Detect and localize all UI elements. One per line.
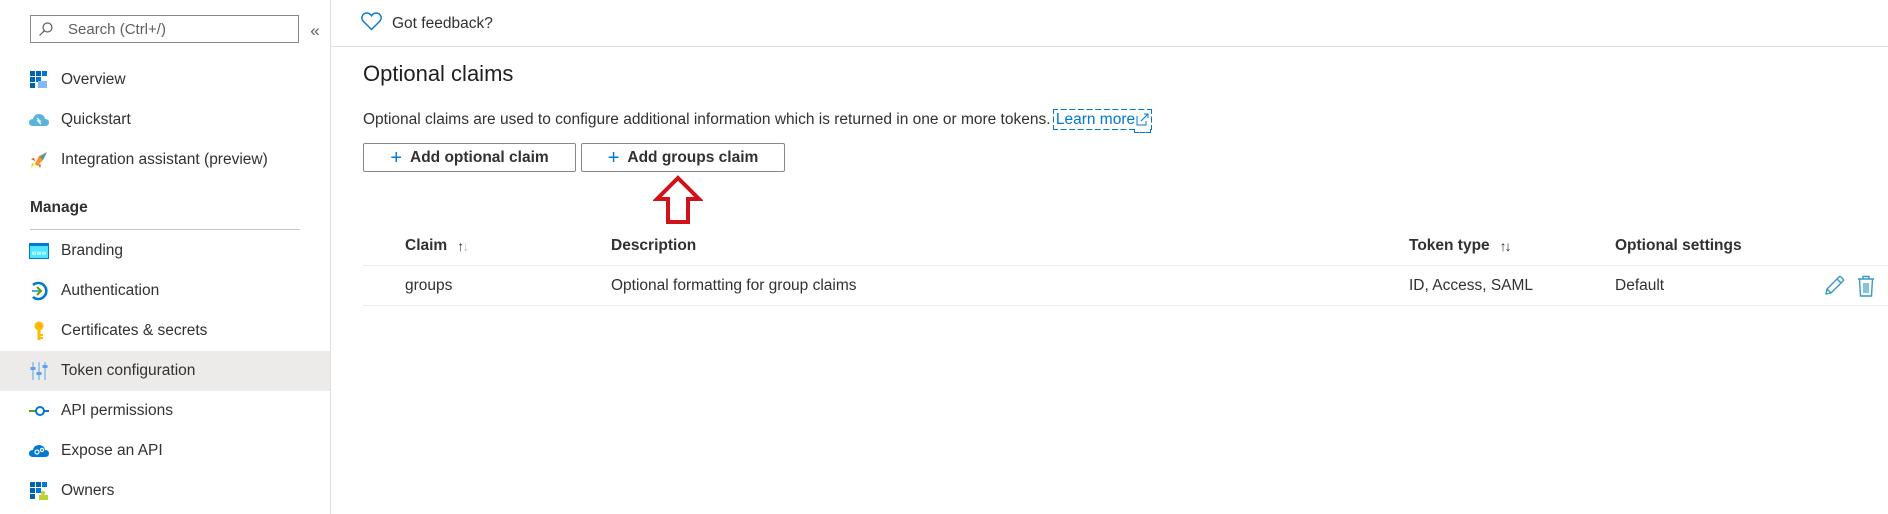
overview-grid-icon bbox=[29, 70, 49, 90]
sidebar-item-integration-assistant[interactable]: Integration assistant (preview) bbox=[0, 140, 330, 180]
sidebar-item-label: Overview bbox=[61, 71, 126, 88]
search-input[interactable] bbox=[61, 20, 291, 38]
column-header-optional-settings: Optional settings bbox=[1615, 226, 1742, 266]
sidebar-item-label: Certificates & secrets bbox=[61, 322, 208, 339]
row-actions bbox=[1822, 274, 1878, 298]
add-groups-claim-label: Add groups claim bbox=[627, 148, 759, 166]
sidebar-item-owners[interactable]: Owners bbox=[0, 471, 330, 511]
add-optional-claim-label: Add optional claim bbox=[410, 148, 549, 166]
learn-more-label: Learn more bbox=[1055, 111, 1136, 128]
edit-icon[interactable] bbox=[1822, 274, 1846, 298]
sidebar: « Overview Quickstart Integration assist… bbox=[0, 0, 331, 514]
sort-icon: ↑↓ bbox=[1499, 238, 1512, 254]
claims-table: Claim ↑↓ Description Token type ↑↓ Optio… bbox=[363, 226, 1888, 306]
sort-ascending-icon: ↑↓ bbox=[457, 238, 469, 254]
column-header-label: Token type bbox=[1409, 237, 1490, 254]
add-groups-claim-button[interactable]: + Add groups claim bbox=[581, 143, 785, 172]
cell-description: Optional formatting for group claims bbox=[611, 277, 857, 294]
table-header-row: Claim ↑↓ Description Token type ↑↓ Optio… bbox=[363, 226, 1888, 266]
feedback-label: Got feedback? bbox=[392, 15, 493, 32]
sidebar-item-label: Quickstart bbox=[61, 111, 131, 128]
sidebar-item-certificates-secrets[interactable]: Certificates & secrets bbox=[0, 311, 330, 351]
learn-more-link[interactable]: Learn more bbox=[1052, 109, 1153, 131]
cell-optional-settings: Default bbox=[1615, 277, 1665, 294]
sidebar-item-quickstart[interactable]: Quickstart bbox=[0, 100, 330, 140]
quickstart-cloud-icon bbox=[29, 110, 49, 130]
section-divider bbox=[30, 229, 300, 230]
key-icon bbox=[29, 321, 49, 341]
page-title: Optional claims bbox=[363, 61, 514, 86]
sidebar-item-label: API permissions bbox=[61, 402, 173, 419]
column-header-description: Description bbox=[611, 226, 696, 266]
branding-www-icon: www bbox=[29, 241, 49, 261]
expose-api-cloud-icon bbox=[29, 441, 49, 461]
external-link-icon bbox=[1136, 113, 1149, 131]
column-header-token-type[interactable]: Token type ↑↓ bbox=[1409, 226, 1512, 266]
sidebar-item-label: Authentication bbox=[61, 282, 160, 299]
plus-icon: + bbox=[607, 146, 620, 169]
manage-section-title: Manage bbox=[30, 199, 88, 216]
api-permissions-icon bbox=[29, 401, 49, 421]
sidebar-item-token-configuration[interactable]: Token configuration bbox=[0, 351, 330, 391]
search-icon bbox=[31, 16, 61, 42]
annotation-up-arrow-icon bbox=[653, 175, 703, 224]
column-header-claim[interactable]: Claim ↑↓ bbox=[405, 226, 469, 266]
heart-icon bbox=[361, 12, 382, 36]
plus-icon: + bbox=[390, 146, 403, 169]
svg-text:www: www bbox=[32, 250, 47, 257]
column-header-label: Description bbox=[611, 237, 697, 254]
column-header-label: Claim bbox=[405, 237, 448, 254]
sidebar-item-label: Owners bbox=[61, 482, 115, 499]
sidebar-item-label: Expose an API bbox=[61, 442, 163, 459]
cell-token-type: ID, Access, SAML bbox=[1409, 277, 1534, 294]
feedback-button[interactable]: Got feedback? bbox=[361, 12, 493, 36]
sidebar-item-label: Branding bbox=[61, 242, 124, 259]
sidebar-item-label: Integration assistant (preview) bbox=[61, 151, 268, 168]
table-row: groups Optional formatting for group cla… bbox=[363, 266, 1888, 306]
sidebar-item-authentication[interactable]: Authentication bbox=[0, 271, 330, 311]
sidebar-item-branding[interactable]: www Branding bbox=[0, 231, 330, 271]
token-sliders-icon bbox=[29, 361, 49, 381]
rocket-icon bbox=[29, 150, 49, 170]
column-header-label: Optional settings bbox=[1615, 237, 1742, 254]
search-box[interactable] bbox=[30, 15, 299, 43]
sidebar-item-api-permissions[interactable]: API permissions bbox=[0, 391, 330, 431]
sidebar-item-expose-an-api[interactable]: Expose an API bbox=[0, 431, 330, 471]
command-bar: Got feedback? bbox=[331, 0, 1888, 47]
page-description: Optional claims are used to configure ad… bbox=[363, 109, 1153, 131]
sidebar-item-label: Token configuration bbox=[61, 362, 196, 379]
collapse-sidebar-button[interactable]: « bbox=[306, 20, 324, 42]
owners-icon bbox=[29, 481, 49, 501]
cell-claim: groups bbox=[405, 277, 453, 294]
delete-icon[interactable] bbox=[1854, 274, 1878, 298]
description-text: Optional claims are used to configure ad… bbox=[363, 111, 1051, 128]
add-optional-claim-button[interactable]: + Add optional claim bbox=[363, 143, 576, 172]
sidebar-item-overview[interactable]: Overview bbox=[0, 60, 330, 100]
authentication-icon bbox=[29, 281, 49, 301]
